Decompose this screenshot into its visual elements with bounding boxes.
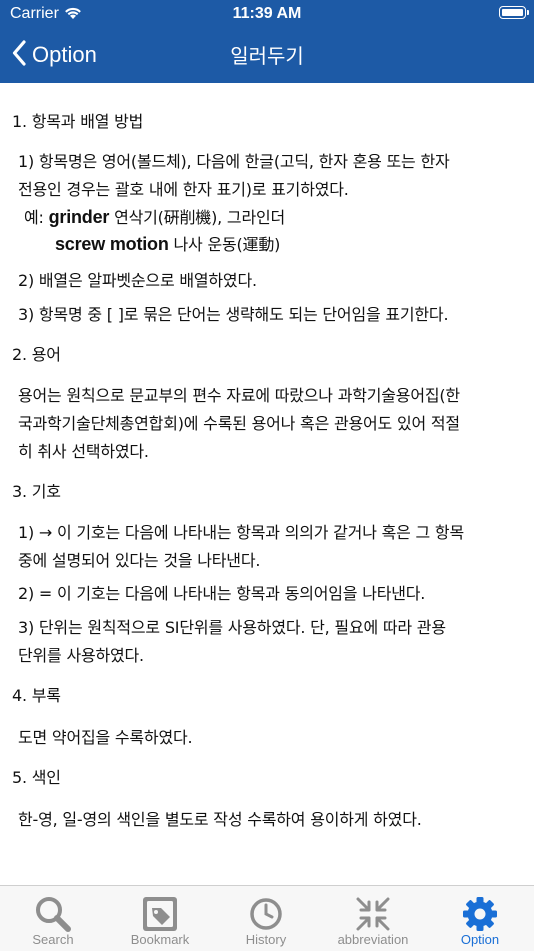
section-heading-2: 2. 용어 <box>12 345 61 364</box>
tab-bookmark[interactable]: Bookmark <box>107 886 213 951</box>
example-term-ko: 나사 운동(運動) <box>173 235 281 254</box>
bookmark-icon <box>143 897 177 931</box>
section-heading-3: 3. 기호 <box>12 482 61 501</box>
tab-label: Option <box>460 932 500 947</box>
section3-item1-line1: 1) → 이 기호는 다음에 나타내는 항목과 의의가 같거나 혹은 그 항목 <box>18 523 464 542</box>
example-term-ko: 연삭기(硏削機), 그라인더 <box>114 208 286 227</box>
example-term-en: grinder <box>48 207 110 227</box>
example-row-1: 예: grinder 연삭기(硏削機), 그라인더 <box>24 203 285 232</box>
tab-history[interactable]: History <box>213 886 319 951</box>
section3-item3-line2: 단위를 사용하였다. <box>18 646 144 665</box>
status-time: 11:39 AM <box>232 5 302 22</box>
navigation-bar: Option 일러두기 <box>0 28 534 83</box>
status-bar: Carrier 11:39 AM <box>0 0 534 28</box>
section2-line3: 히 취사 선택하였다. <box>18 442 149 461</box>
section3-item1-line2: 중에 설명되어 있다는 것을 나타낸다. <box>18 551 261 570</box>
example-term-en: screw motion <box>55 234 169 254</box>
section5-line1: 한-영, 일-영의 색인을 별도로 작성 수록하여 용이하게 하였다. <box>18 810 422 829</box>
example-row-2: screw motion 나사 운동(運動) <box>55 230 280 259</box>
section1-item3: 3) 항목명 중 [ ]로 묶은 단어는 생략해도 되는 단어임을 표기한다. <box>18 305 449 324</box>
tab-label: Bookmark <box>130 932 190 947</box>
top-bar: Carrier 11:39 AM Option 일러두기 <box>0 0 534 83</box>
tab-label: Search <box>32 932 74 947</box>
section-heading-4: 4. 부록 <box>12 686 61 705</box>
section2-line1: 용어는 원칙으로 문교부의 편수 자료에 따랐으나 과학기술용어집(한 <box>18 386 460 405</box>
gear-icon <box>463 897 497 931</box>
section4-line1: 도면 약어집을 수록하였다. <box>18 728 193 747</box>
section-heading-1: 1. 항목과 배열 방법 <box>12 112 144 131</box>
tab-label: History <box>245 932 287 947</box>
tab-abbreviation[interactable]: abbreviation <box>320 886 426 951</box>
search-icon <box>36 897 71 932</box>
section2-line2: 국과학기술단체총연합회)에 수록된 용어나 혹은 관용어도 있어 적절 <box>18 414 460 433</box>
tab-search[interactable]: Search <box>0 886 106 951</box>
page-title: 일러두기 <box>230 44 304 68</box>
abbreviation-icon <box>356 897 390 931</box>
section1-item2: 2) 배열은 알파벳순으로 배열하였다. <box>18 271 257 290</box>
section1-item1-line2: 전용인 경우는 괄호 내에 한자 표기)로 표기하였다. <box>18 180 349 199</box>
history-icon <box>250 898 282 930</box>
example-prefix: 예: <box>24 208 44 227</box>
tab-option[interactable]: Option <box>427 886 533 951</box>
section3-item3-line1: 3) 단위는 원칙적으로 SI단위를 사용하였다. 단, 필요에 따라 관용 <box>18 618 446 637</box>
battery-icon <box>499 6 529 19</box>
section3-item2: 2) = 이 기호는 다음에 나타내는 항목과 동의어임을 나타낸다. <box>18 584 426 603</box>
tab-bar: Search Bookmark History abbreviation Opt… <box>0 885 534 951</box>
notes-content[interactable]: 1. 항목과 배열 방법 1) 항목명은 영어(볼드체), 다음에 한글(고딕,… <box>0 83 534 885</box>
tab-label: abbreviation <box>337 932 409 947</box>
section-heading-5: 5. 색인 <box>12 768 61 787</box>
section1-item1-line1: 1) 항목명은 영어(볼드체), 다음에 한글(고딕, 한자 혼용 또는 한자 <box>18 152 450 171</box>
